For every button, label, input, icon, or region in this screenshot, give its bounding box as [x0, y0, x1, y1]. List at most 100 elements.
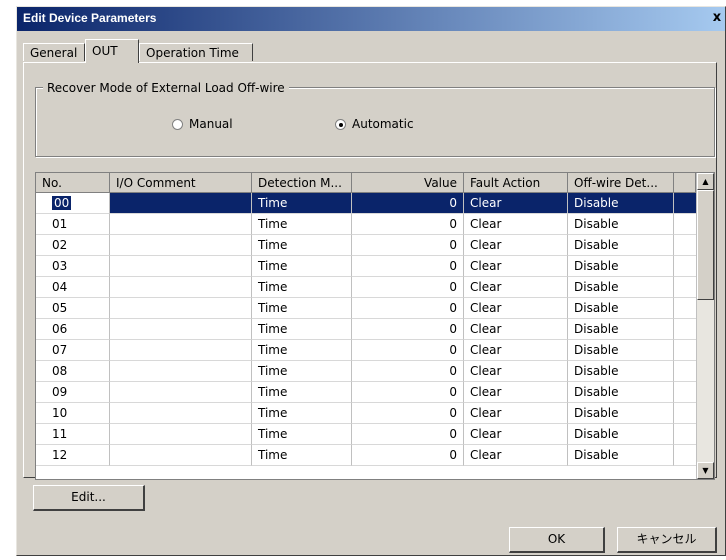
cell-value[interactable]: 0	[352, 298, 464, 319]
cell-no[interactable]: 06	[36, 319, 110, 340]
cell-value[interactable]: 0	[352, 340, 464, 361]
cell-io-comment[interactable]	[110, 235, 252, 256]
cell-fault-action[interactable]: Clear	[464, 319, 568, 340]
cell-value[interactable]: 0	[352, 319, 464, 340]
cell-fault-action[interactable]: Clear	[464, 256, 568, 277]
cell-detection-mode[interactable]: Time	[252, 277, 352, 298]
cell-detection-mode[interactable]: Time	[252, 340, 352, 361]
cell-io-comment[interactable]	[110, 340, 252, 361]
cell-fault-action[interactable]: Clear	[464, 361, 568, 382]
cell-detection-mode[interactable]: Time	[252, 424, 352, 445]
cell-value[interactable]: 0	[352, 256, 464, 277]
table-row[interactable]: 06 Time 0 Clear Disable	[36, 319, 696, 340]
cell-off-wire-detection[interactable]: Disable	[568, 382, 674, 403]
tab-out[interactable]: OUT	[85, 39, 139, 63]
cell-no[interactable]: 10	[36, 403, 110, 424]
radio-automatic-indicator[interactable]	[335, 119, 346, 130]
cell-value[interactable]: 0	[352, 214, 464, 235]
cell-off-wire-detection[interactable]: Disable	[568, 256, 674, 277]
cell-off-wire-detection[interactable]: Disable	[568, 298, 674, 319]
column-header-value[interactable]: Value	[352, 173, 464, 193]
cell-fault-action[interactable]: Clear	[464, 445, 568, 466]
column-header-io-comment[interactable]: I/O Comment	[110, 173, 252, 193]
radio-manual-indicator[interactable]	[172, 119, 183, 130]
cell-no[interactable]: 00	[36, 193, 110, 214]
cell-off-wire-detection[interactable]: Disable	[568, 361, 674, 382]
cell-detection-mode[interactable]: Time	[252, 319, 352, 340]
cell-off-wire-detection[interactable]: Disable	[568, 214, 674, 235]
cell-no[interactable]: 08	[36, 361, 110, 382]
cell-detection-mode[interactable]: Time	[252, 235, 352, 256]
cell-fault-action[interactable]: Clear	[464, 235, 568, 256]
cancel-button[interactable]: キャンセル	[617, 527, 717, 553]
cell-off-wire-detection[interactable]: Disable	[568, 424, 674, 445]
column-header-detection-mode[interactable]: Detection M...	[252, 173, 352, 193]
cell-value[interactable]: 0	[352, 382, 464, 403]
cell-fault-action[interactable]: Clear	[464, 298, 568, 319]
cell-detection-mode[interactable]: Time	[252, 214, 352, 235]
cell-io-comment[interactable]	[110, 256, 252, 277]
cell-io-comment[interactable]	[110, 277, 252, 298]
cell-detection-mode[interactable]: Time	[252, 193, 352, 214]
table-row[interactable]: 12 Time 0 Clear Disable	[36, 445, 696, 466]
cell-no[interactable]: 04	[36, 277, 110, 298]
cell-no[interactable]: 12	[36, 445, 110, 466]
radio-automatic[interactable]: Automatic	[335, 117, 414, 131]
cell-io-comment[interactable]	[110, 193, 252, 214]
cell-off-wire-detection[interactable]: Disable	[568, 340, 674, 361]
cell-off-wire-detection[interactable]: Disable	[568, 235, 674, 256]
cell-no[interactable]: 11	[36, 424, 110, 445]
scroll-up-icon[interactable]: ▲	[697, 173, 714, 190]
radio-manual[interactable]: Manual	[172, 117, 233, 131]
cell-detection-mode[interactable]: Time	[252, 403, 352, 424]
cell-detection-mode[interactable]: Time	[252, 256, 352, 277]
cell-detection-mode[interactable]: Time	[252, 361, 352, 382]
tab-general[interactable]: General	[23, 43, 85, 61]
table-row[interactable]: 03 Time 0 Clear Disable	[36, 256, 696, 277]
cell-fault-action[interactable]: Clear	[464, 214, 568, 235]
cell-io-comment[interactable]	[110, 214, 252, 235]
cell-off-wire-detection[interactable]: Disable	[568, 193, 674, 214]
title-bar[interactable]: Edit Device Parameters x	[17, 7, 725, 31]
cell-value[interactable]: 0	[352, 445, 464, 466]
cell-io-comment[interactable]	[110, 403, 252, 424]
scroll-down-icon[interactable]: ▼	[697, 462, 714, 479]
cell-value[interactable]: 0	[352, 193, 464, 214]
cell-no[interactable]: 05	[36, 298, 110, 319]
cell-fault-action[interactable]: Clear	[464, 403, 568, 424]
table-row[interactable]: 11 Time 0 Clear Disable	[36, 424, 696, 445]
table-row[interactable]: 10 Time 0 Clear Disable	[36, 403, 696, 424]
edit-button[interactable]: Edit...	[33, 485, 145, 511]
cell-no[interactable]: 09	[36, 382, 110, 403]
scrollbar-thumb[interactable]	[697, 190, 714, 300]
cell-value[interactable]: 0	[352, 361, 464, 382]
cell-io-comment[interactable]	[110, 319, 252, 340]
close-icon[interactable]: x	[709, 10, 725, 26]
cell-io-comment[interactable]	[110, 298, 252, 319]
cell-off-wire-detection[interactable]: Disable	[568, 403, 674, 424]
vertical-scrollbar[interactable]: ▲ ▼	[696, 173, 714, 479]
table-row[interactable]: 02 Time 0 Clear Disable	[36, 235, 696, 256]
cell-off-wire-detection[interactable]: Disable	[568, 445, 674, 466]
cell-fault-action[interactable]: Clear	[464, 424, 568, 445]
table-row[interactable]: 05 Time 0 Clear Disable	[36, 298, 696, 319]
table-row[interactable]: 08 Time 0 Clear Disable	[36, 361, 696, 382]
cell-value[interactable]: 0	[352, 235, 464, 256]
tab-operation-time[interactable]: Operation Time	[139, 43, 253, 61]
column-header-no[interactable]: No.	[36, 173, 110, 193]
cell-value[interactable]: 0	[352, 403, 464, 424]
cell-io-comment[interactable]	[110, 424, 252, 445]
column-header-off-wire-detection[interactable]: Off-wire Det...	[568, 173, 674, 193]
cell-fault-action[interactable]: Clear	[464, 277, 568, 298]
cell-off-wire-detection[interactable]: Disable	[568, 277, 674, 298]
table-row[interactable]: 00 Time 0 Clear Disable	[36, 193, 696, 214]
cell-fault-action[interactable]: Clear	[464, 382, 568, 403]
cell-fault-action[interactable]: Clear	[464, 193, 568, 214]
cell-fault-action[interactable]: Clear	[464, 340, 568, 361]
ok-button[interactable]: OK	[509, 527, 605, 553]
cell-io-comment[interactable]	[110, 445, 252, 466]
table-row[interactable]: 09 Time 0 Clear Disable	[36, 382, 696, 403]
cell-no[interactable]: 03	[36, 256, 110, 277]
cell-no[interactable]: 01	[36, 214, 110, 235]
cell-no[interactable]: 02	[36, 235, 110, 256]
